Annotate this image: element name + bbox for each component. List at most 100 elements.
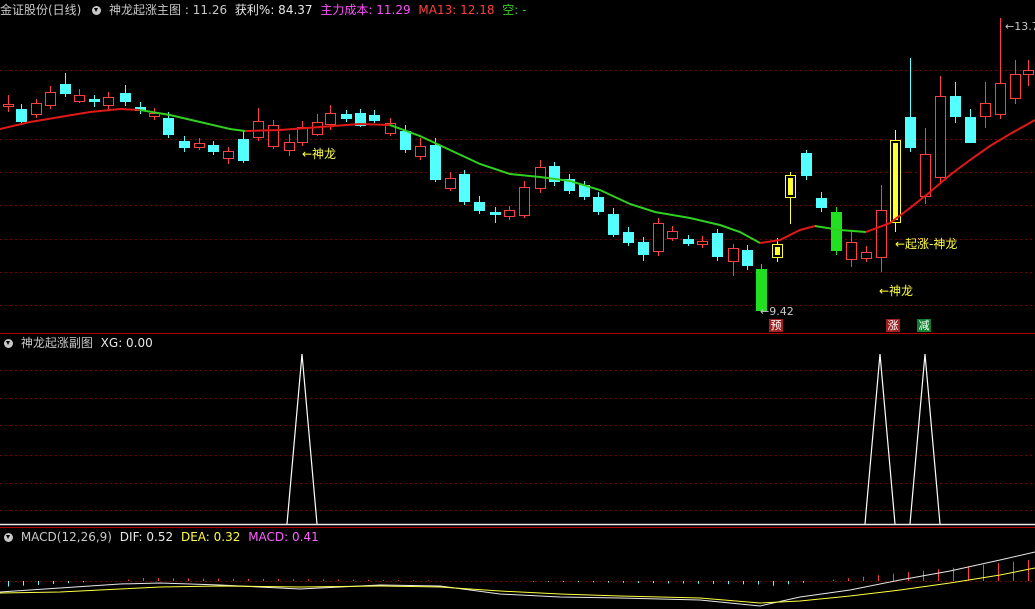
candle-body bbox=[667, 231, 678, 239]
candle-body bbox=[415, 146, 426, 157]
signal-badge-jian[interactable]: 减 bbox=[917, 319, 931, 332]
candle bbox=[490, 207, 501, 223]
candle-body bbox=[312, 122, 323, 135]
candle bbox=[312, 114, 323, 136]
candle bbox=[268, 120, 279, 149]
low-price-value: 9.42 bbox=[769, 305, 794, 318]
candle-body bbox=[103, 97, 114, 106]
candlesticks bbox=[3, 18, 1034, 312]
candle-body bbox=[223, 151, 234, 159]
kline-chart[interactable] bbox=[0, 0, 1035, 609]
candle-body bbox=[846, 242, 857, 260]
candle-body bbox=[876, 210, 887, 258]
candle bbox=[445, 172, 456, 191]
candle-signal-fill bbox=[788, 178, 793, 195]
candle-body bbox=[980, 103, 991, 117]
candle bbox=[683, 235, 694, 246]
candle bbox=[980, 82, 991, 128]
candle-body bbox=[31, 103, 42, 115]
ma13-line bbox=[139, 109, 246, 132]
candle bbox=[593, 192, 604, 215]
candle-body bbox=[593, 197, 604, 212]
low-price-label: ←9.42 bbox=[760, 305, 794, 318]
candle-body bbox=[60, 84, 71, 94]
candle-body bbox=[474, 202, 485, 211]
grid-lines bbox=[0, 70, 1035, 582]
candle bbox=[667, 226, 678, 241]
candle bbox=[653, 218, 664, 256]
candle bbox=[623, 227, 634, 246]
candle-body bbox=[697, 241, 708, 245]
candle bbox=[179, 136, 190, 152]
candle-body bbox=[253, 121, 264, 138]
candle bbox=[1023, 60, 1034, 86]
xg-spike bbox=[864, 353, 896, 525]
candle bbox=[965, 109, 976, 143]
candle bbox=[816, 192, 827, 212]
candle-body bbox=[179, 141, 190, 148]
candle bbox=[742, 245, 753, 270]
candle-body bbox=[430, 145, 441, 180]
candle bbox=[103, 92, 114, 110]
candle-body bbox=[325, 113, 336, 125]
candle-body bbox=[861, 252, 872, 259]
candle bbox=[208, 141, 219, 155]
candle-body bbox=[369, 115, 380, 121]
candle bbox=[712, 229, 723, 261]
candle-body bbox=[816, 198, 827, 208]
candle-body bbox=[238, 139, 249, 161]
candle bbox=[905, 58, 916, 152]
signal-badge-zhang[interactable]: 涨 bbox=[886, 319, 900, 332]
candle-body bbox=[831, 212, 842, 251]
candle bbox=[253, 108, 264, 141]
candle bbox=[45, 86, 56, 109]
candle bbox=[60, 73, 71, 97]
candle-body bbox=[120, 93, 131, 102]
candle-body bbox=[1010, 74, 1021, 99]
candle-signal-fill bbox=[775, 247, 780, 255]
candle bbox=[861, 246, 872, 262]
candle-body bbox=[445, 178, 456, 189]
candle-signal-fill bbox=[893, 143, 898, 220]
candle-body bbox=[74, 95, 85, 102]
candle bbox=[549, 162, 560, 186]
candle-body bbox=[194, 143, 205, 148]
candle bbox=[415, 138, 426, 160]
candle-body bbox=[935, 96, 946, 178]
candle bbox=[223, 147, 234, 164]
candle-body bbox=[728, 248, 739, 262]
candle bbox=[785, 172, 796, 224]
candle-body bbox=[208, 145, 219, 152]
candle-body bbox=[742, 250, 753, 266]
candle bbox=[74, 89, 85, 103]
candle-body bbox=[683, 239, 694, 244]
macd-histogram bbox=[0, 551, 1035, 607]
candle bbox=[474, 196, 485, 214]
candle bbox=[238, 130, 249, 163]
high-price-value: 13.7 bbox=[1014, 20, 1035, 33]
candle-body bbox=[653, 223, 664, 252]
candle bbox=[31, 99, 42, 118]
candle bbox=[284, 134, 295, 156]
candle-body bbox=[459, 174, 470, 202]
candle-body bbox=[284, 142, 295, 151]
candle bbox=[504, 206, 515, 220]
candle-body bbox=[608, 214, 619, 235]
candle-body bbox=[519, 187, 530, 216]
candle bbox=[995, 18, 1006, 119]
candle-body bbox=[89, 99, 100, 102]
candle bbox=[369, 110, 380, 123]
signal-badge-yu[interactable]: 预 bbox=[769, 319, 783, 332]
candle-body bbox=[965, 117, 976, 143]
sub-indicator-lines bbox=[0, 353, 1035, 526]
xg-spike bbox=[909, 353, 941, 525]
candle bbox=[564, 174, 575, 194]
qizhang-annotation: ←起涨-神龙 bbox=[895, 237, 958, 251]
candle bbox=[697, 236, 708, 248]
candle-body bbox=[623, 232, 634, 243]
candle bbox=[801, 150, 812, 180]
candle-body bbox=[1023, 70, 1034, 75]
ma13-line bbox=[759, 225, 816, 244]
candle bbox=[341, 110, 352, 122]
candle bbox=[135, 102, 146, 114]
